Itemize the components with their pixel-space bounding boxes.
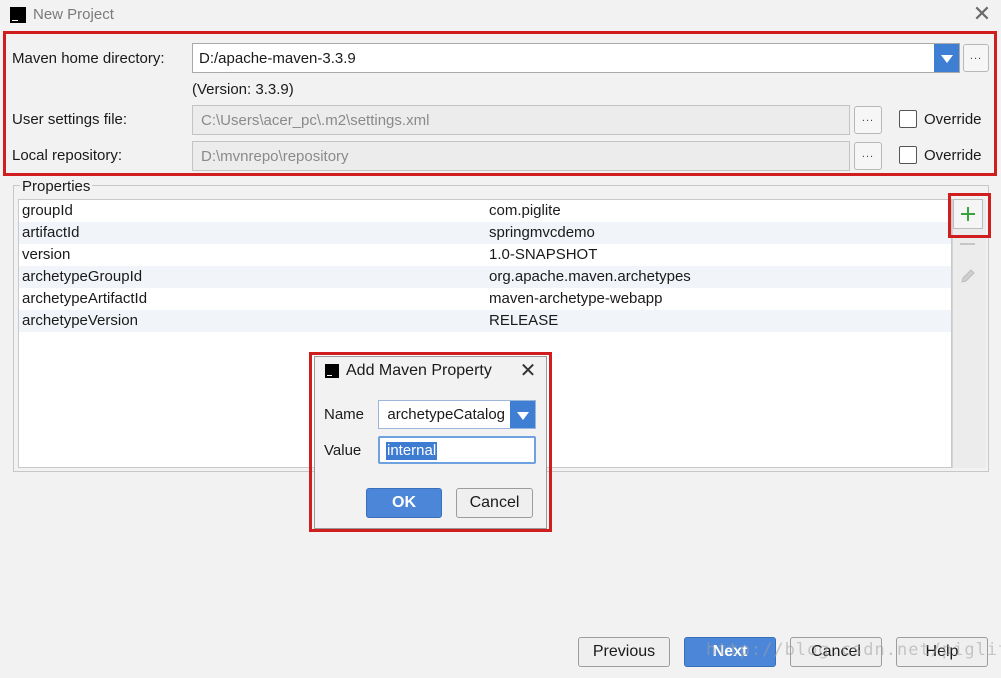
add-button-highlight: [948, 193, 991, 238]
user-settings-override-checkbox[interactable]: [899, 110, 917, 128]
value-selected-text: internal: [386, 442, 438, 460]
property-key: version: [22, 246, 71, 263]
local-repository-override-label[interactable]: Override: [924, 147, 982, 164]
maven-home-combo[interactable]: D:/apache-maven-3.3.9: [192, 43, 960, 73]
table-row[interactable]: archetypeArtifactId maven-archetype-weba…: [19, 288, 951, 310]
ok-button[interactable]: OK: [366, 488, 442, 518]
local-repository-browse-button[interactable]: ...: [854, 142, 882, 170]
property-key: archetypeArtifactId: [22, 290, 148, 307]
property-value: org.apache.maven.archetypes: [489, 268, 691, 285]
title-bar: [0, 0, 1001, 30]
table-row[interactable]: archetypeGroupId org.apache.maven.archet…: [19, 266, 951, 288]
window-title: New Project: [33, 6, 114, 23]
property-key: archetypeGroupId: [22, 268, 143, 285]
property-value: 1.0-SNAPSHOT: [489, 246, 598, 263]
minus-icon[interactable]: [960, 243, 975, 245]
property-value: com.piglite: [489, 202, 561, 219]
user-settings-field[interactable]: C:\Users\acer_pc\.m2\settings.xml: [192, 105, 850, 135]
intellij-app-icon: [325, 364, 339, 378]
table-row[interactable]: groupId com.piglite: [19, 200, 951, 222]
name-label: Name: [324, 406, 365, 423]
name-combo[interactable]: archetypeCatalog: [378, 400, 536, 429]
property-value: maven-archetype-webapp: [489, 290, 663, 307]
property-key: archetypeVersion: [22, 312, 138, 329]
local-repository-override-checkbox[interactable]: [899, 146, 917, 164]
pencil-icon[interactable]: [960, 268, 976, 284]
table-row[interactable]: artifactId springmvcdemo: [19, 222, 951, 244]
dialog-close-icon[interactable]: ✕: [518, 360, 538, 382]
dialog-cancel-button[interactable]: Cancel: [456, 488, 533, 518]
maven-home-label: Maven home directory:: [12, 50, 165, 67]
table-row[interactable]: version 1.0-SNAPSHOT: [19, 244, 951, 266]
watermark-text: http://blog.csdn.net/piglite: [706, 640, 1001, 660]
local-repository-value: D:\mvnrepo\repository: [201, 148, 349, 165]
local-repository-label: Local repository:: [12, 147, 123, 164]
maven-home-browse-button[interactable]: ...: [963, 44, 989, 72]
property-key: groupId: [22, 202, 73, 219]
intellij-app-icon: [10, 7, 26, 23]
property-key: artifactId: [22, 224, 80, 241]
close-icon[interactable]: ✕: [971, 3, 993, 25]
previous-button[interactable]: Previous: [578, 637, 670, 667]
value-label: Value: [324, 442, 362, 459]
value-input[interactable]: internal: [378, 436, 536, 464]
dialog-title: Add Maven Property: [346, 362, 492, 379]
user-settings-browse-button[interactable]: ...: [854, 106, 882, 134]
property-value: RELEASE: [489, 312, 559, 329]
user-settings-label: User settings file:: [12, 111, 128, 128]
properties-toolbar: [952, 199, 986, 468]
maven-home-value: D:/apache-maven-3.3.9: [199, 50, 356, 67]
property-value: springmvcdemo: [489, 224, 595, 241]
user-settings-override-label[interactable]: Override: [924, 111, 982, 128]
user-settings-value: C:\Users\acer_pc\.m2\settings.xml: [201, 112, 430, 129]
local-repository-field[interactable]: D:\mvnrepo\repository: [192, 141, 850, 171]
maven-version-text: (Version: 3.3.9): [192, 81, 294, 98]
chevron-down-icon[interactable]: [934, 44, 959, 72]
table-row[interactable]: archetypeVersion RELEASE: [19, 310, 951, 332]
chevron-down-icon[interactable]: [510, 401, 535, 428]
properties-legend: Properties: [20, 178, 93, 195]
name-value: archetypeCatalog: [387, 406, 505, 423]
